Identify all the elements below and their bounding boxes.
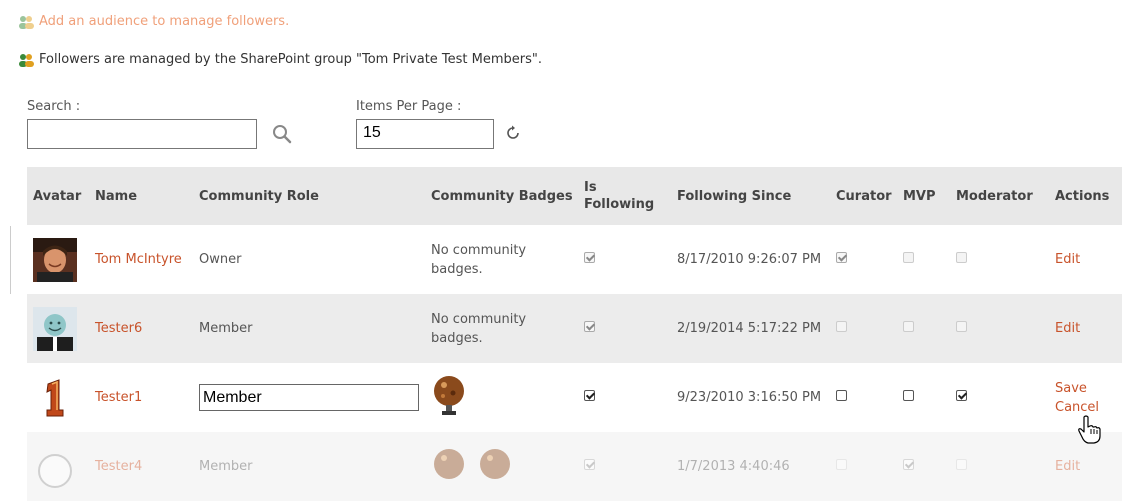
badges-cell: No community badges. — [425, 225, 578, 294]
role-cell: Member — [193, 432, 425, 501]
badge-icon — [480, 448, 511, 479]
edit-link[interactable]: Edit — [1055, 457, 1122, 476]
followers-table: Avatar Name Community Role Community Bad… — [27, 167, 1122, 501]
member-name-link[interactable]: Tester1 — [95, 390, 142, 405]
add-audience-link[interactable]: Add an audience to manage followers. — [18, 14, 289, 29]
search-label: Search : — [27, 99, 81, 114]
avatar-cell — [27, 294, 89, 363]
refresh-icon[interactable] — [504, 124, 522, 142]
col-name[interactable]: Name — [89, 167, 193, 225]
mvp-checkbox — [903, 321, 914, 332]
following-checkbox[interactable] — [584, 390, 595, 401]
table-header-row: Avatar Name Community Role Community Bad… — [27, 167, 1122, 225]
mvp-checkbox — [903, 459, 914, 470]
badges-cell: No community badges. — [425, 294, 578, 363]
cancel-link[interactable]: Cancel — [1055, 398, 1122, 417]
curator-checkbox[interactable] — [836, 390, 847, 401]
avatar — [38, 453, 72, 488]
search-input[interactable] — [27, 119, 257, 149]
save-link[interactable]: Save — [1055, 379, 1122, 398]
following-since: 1/7/2013 4:40:46 — [671, 432, 830, 501]
people-icon — [19, 53, 34, 67]
role-cell: Owner — [193, 225, 425, 294]
mvp-checkbox[interactable] — [903, 390, 914, 401]
badge-icon — [434, 448, 464, 479]
moderator-checkbox[interactable] — [956, 390, 967, 401]
edit-link[interactable]: Edit — [1055, 250, 1122, 269]
col-avatar[interactable]: Avatar — [27, 167, 89, 225]
hand-cursor-icon — [1078, 415, 1101, 444]
items-per-page-label: Items Per Page : — [356, 99, 462, 114]
mvp-checkbox — [903, 252, 914, 263]
moderator-checkbox — [956, 321, 967, 332]
moderator-checkbox — [956, 252, 967, 263]
curator-checkbox — [836, 459, 847, 470]
col-badges[interactable]: Community Badges — [425, 167, 578, 225]
avatar-cell — [27, 363, 89, 432]
col-role[interactable]: Community Role — [193, 167, 425, 225]
managed-by-text: Followers are managed by the SharePoint … — [39, 52, 543, 67]
col-since[interactable]: Following Since — [671, 167, 830, 225]
table-row: Tester1 Member 9/23/2010 3:16:50 PM Save… — [27, 363, 1122, 432]
divider — [10, 226, 11, 294]
member-name-link[interactable]: Tom McIntyre — [95, 252, 182, 267]
people-icon — [19, 15, 34, 29]
following-checkbox — [584, 321, 595, 332]
following-since: 2/19/2014 5:17:22 PM — [671, 294, 830, 363]
col-mvp[interactable]: MVP — [897, 167, 950, 225]
following-checkbox — [584, 252, 595, 263]
member-name-link[interactable]: Tester4 — [95, 459, 142, 474]
curator-checkbox — [836, 321, 847, 332]
curator-checkbox — [836, 252, 847, 263]
avatar — [33, 237, 77, 282]
badge-icon — [434, 375, 464, 415]
badges-cell — [425, 432, 578, 501]
moderator-checkbox — [956, 459, 967, 470]
avatar-cell — [27, 432, 89, 501]
following-since: 8/17/2010 9:26:07 PM — [671, 225, 830, 294]
items-per-page-input[interactable]: 15 — [356, 119, 494, 149]
table-row: Tester6 Member No community badges. 2/19… — [27, 294, 1122, 363]
following-checkbox — [584, 459, 595, 470]
col-curator[interactable]: Curator — [830, 167, 897, 225]
add-audience-text: Add an audience to manage followers. — [39, 14, 290, 29]
table-row: Tom McIntyre Owner No community badges. … — [27, 225, 1122, 294]
following-since: 9/23/2010 3:16:50 PM — [671, 363, 830, 432]
col-actions[interactable]: Actions — [1049, 167, 1122, 225]
managed-by-info: Followers are managed by the SharePoint … — [18, 52, 542, 67]
avatar — [46, 378, 64, 416]
table-row: Tester4 Member 1/7/2013 4:40:46 Edit — [27, 432, 1122, 501]
col-following[interactable]: Is Following — [578, 167, 671, 225]
col-moderator[interactable]: Moderator — [950, 167, 1049, 225]
badges-cell — [425, 363, 578, 432]
search-icon[interactable] — [272, 123, 292, 145]
role-input[interactable]: Member — [199, 384, 419, 411]
edit-link[interactable]: Edit — [1055, 319, 1122, 338]
member-name-link[interactable]: Tester6 — [95, 321, 142, 336]
avatar-cell — [27, 225, 89, 294]
role-cell: Member — [193, 294, 425, 363]
avatar — [33, 306, 77, 351]
